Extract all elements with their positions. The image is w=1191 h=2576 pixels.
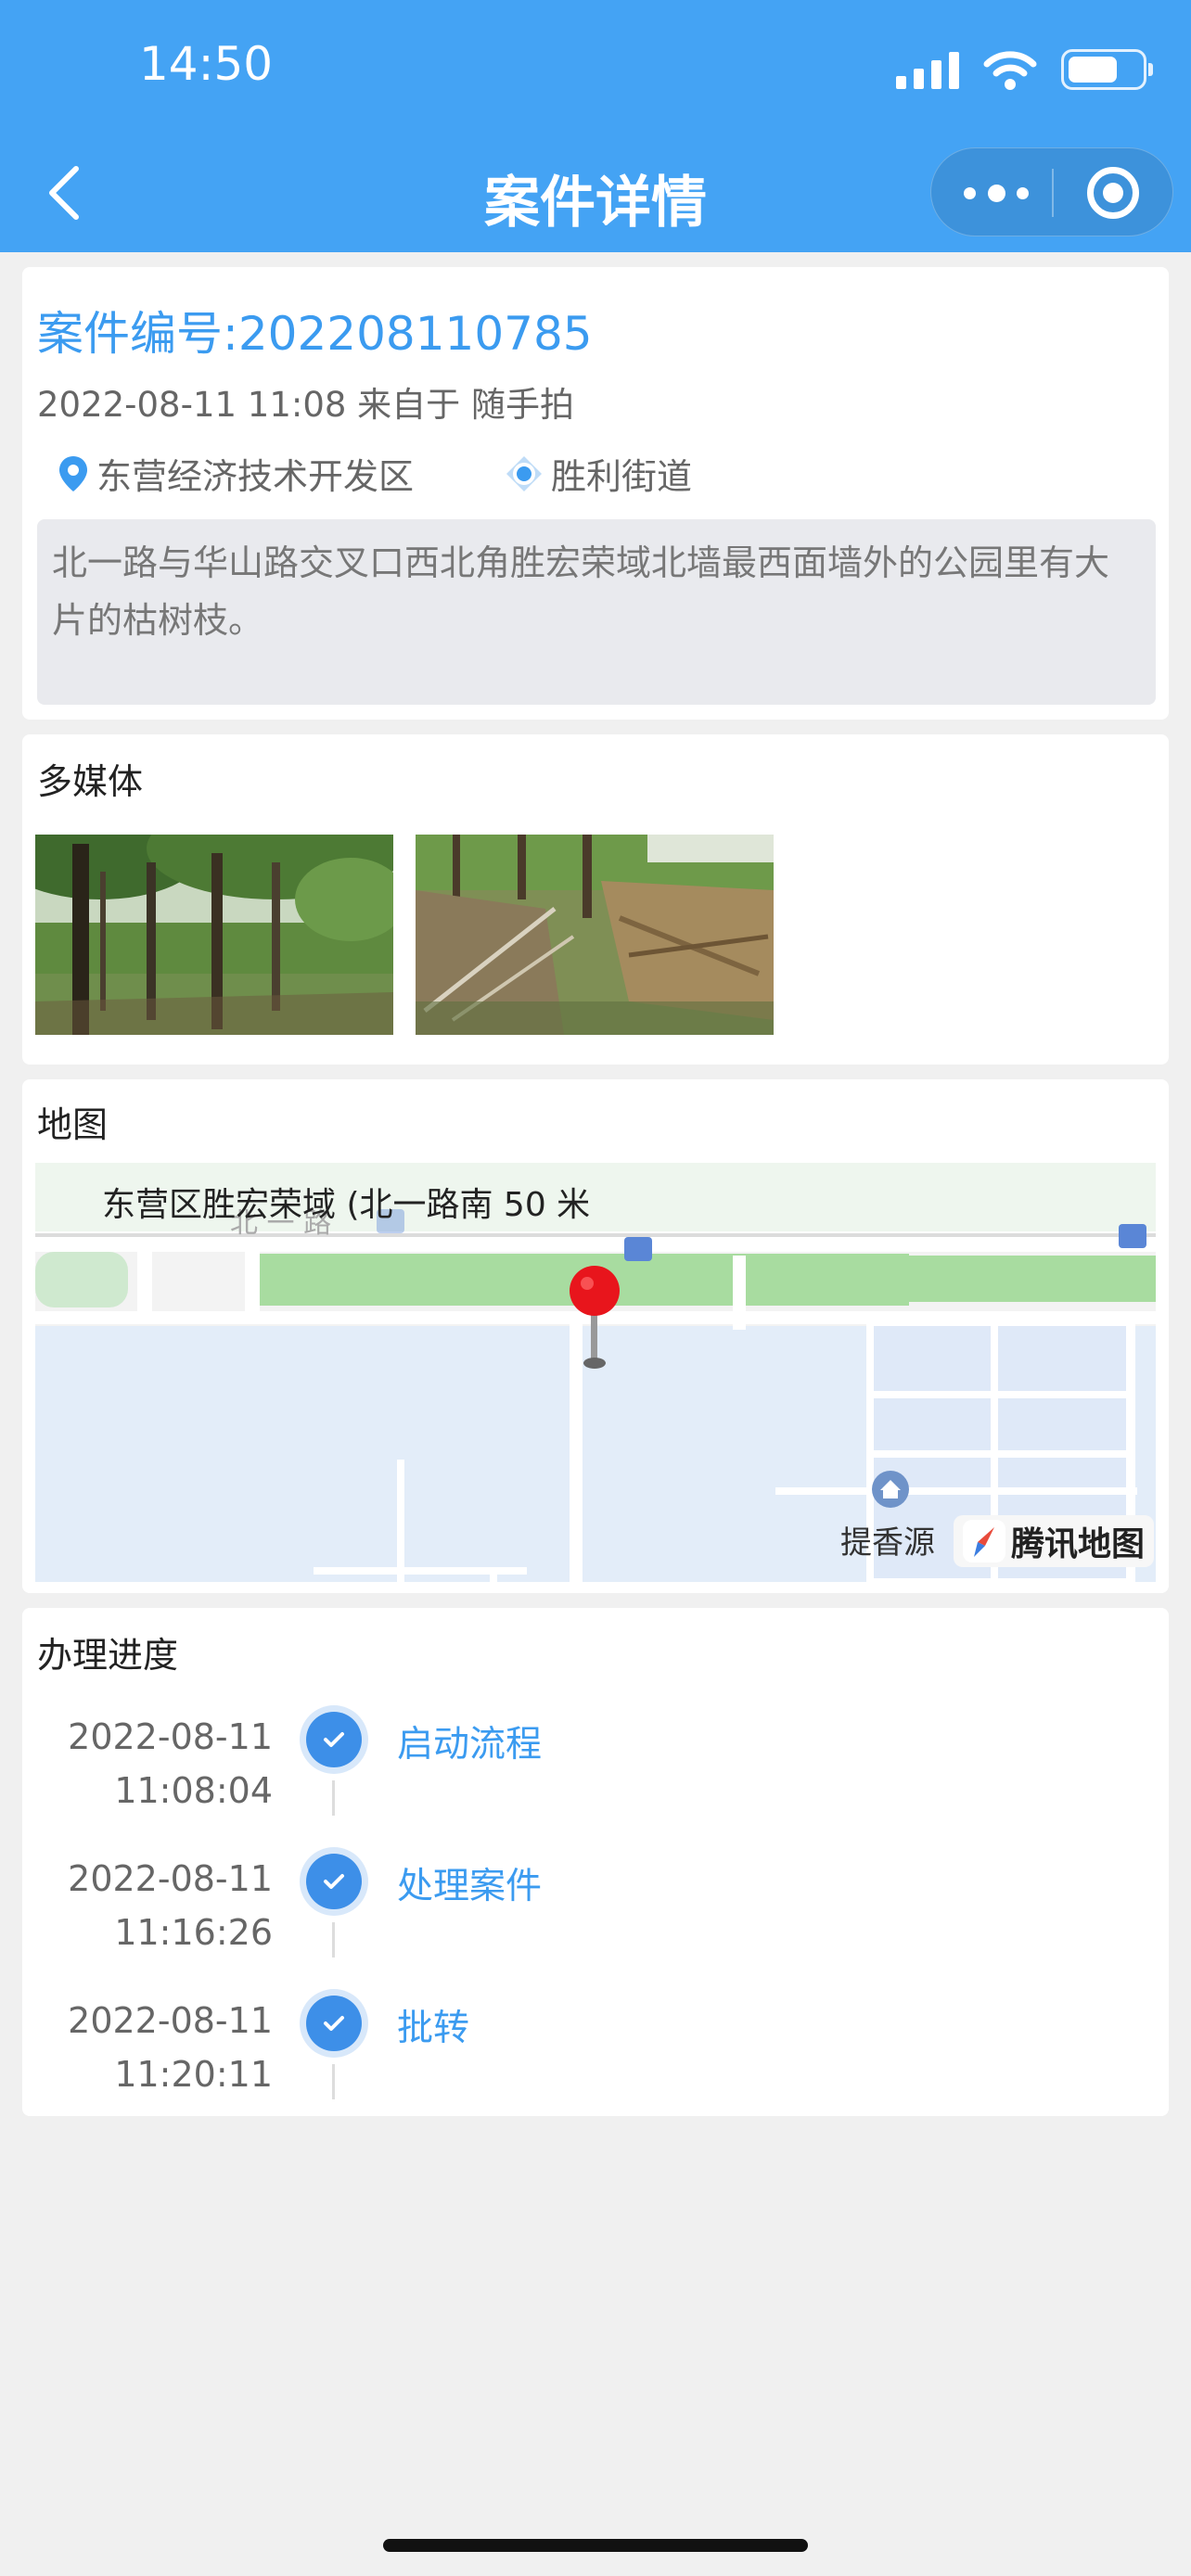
case-photo-2[interactable] bbox=[416, 835, 774, 1035]
step-done-check-icon bbox=[306, 1712, 362, 1767]
case-description: 北一路与华山路交叉口西北角胜宏荣域北墙最西面墙外的公园里有大片的枯树枝。 bbox=[37, 519, 1156, 705]
map-provider-logo: 腾讯地图 bbox=[954, 1515, 1155, 1567]
step-done-check-icon bbox=[306, 1996, 362, 2051]
street-location: 胜利街道 bbox=[505, 448, 692, 499]
map-address-label: 东营区胜宏荣域 (北一路南 50 米 bbox=[102, 1186, 591, 1224]
battery-icon bbox=[1061, 49, 1153, 90]
step-done-check-icon bbox=[306, 1854, 362, 1909]
case-info-card: 案件编号:202208110785 2022-08-11 11:08 来自于 随… bbox=[22, 267, 1169, 720]
poi-label: 提香源 bbox=[840, 1524, 935, 1562]
more-menu-button[interactable] bbox=[964, 176, 1029, 210]
timeline-date: 2022-08-11 11:08:04 bbox=[68, 1716, 273, 1811]
timeline-date: 2022-08-11 11:20:11 bbox=[68, 2000, 273, 2095]
progress-title: 办理进度 bbox=[37, 1635, 179, 1676]
map-card: 地图 北 一 路 东营区胜宏荣域 (北一路南 50 米 提香源 腾讯地图 bbox=[22, 1079, 1169, 1593]
map-view[interactable]: 北 一 路 东营区胜宏荣域 (北一路南 50 米 提香源 腾讯地图 bbox=[35, 1163, 1156, 1582]
status-icons bbox=[896, 46, 1153, 93]
timeline-date: 2022-08-11 11:16:26 bbox=[68, 1858, 273, 1953]
progress-card: 办理进度 2022-08-11 11:08:04 启动流程 2022-08-11… bbox=[22, 1608, 1169, 2116]
case-number: 案件编号:202208110785 bbox=[37, 307, 593, 361]
timeline-step-label: 处理案件 bbox=[397, 1866, 543, 1907]
signal-icon bbox=[896, 50, 959, 89]
timeline-step-label: 批转 bbox=[397, 2008, 470, 2049]
media-title: 多媒体 bbox=[37, 761, 144, 802]
map-marker-icon bbox=[570, 1266, 620, 1369]
home-indicator[interactable] bbox=[383, 2539, 808, 2552]
map-provider-label: 腾讯地图 bbox=[1011, 1525, 1146, 1563]
district-location: 东营经济技术开发区 bbox=[58, 448, 414, 499]
header-bar: 14:50 案件详情 bbox=[0, 0, 1191, 252]
district-label: 东营经济技术开发区 bbox=[96, 456, 415, 497]
case-photo-1[interactable] bbox=[35, 835, 393, 1035]
map-title: 地图 bbox=[37, 1104, 109, 1145]
poi-home-icon bbox=[872, 1471, 909, 1508]
miniprogram-capsule bbox=[930, 147, 1173, 236]
target-location-icon bbox=[506, 455, 542, 491]
case-meta: 2022-08-11 11:08 来自于 随手拍 bbox=[37, 385, 574, 425]
timeline-step-label: 启动流程 bbox=[397, 1724, 543, 1766]
status-time: 14:50 bbox=[139, 37, 274, 91]
location-pin-icon bbox=[59, 455, 87, 491]
wifi-icon bbox=[983, 51, 1037, 90]
tencent-map-logo-icon bbox=[963, 1520, 1005, 1562]
close-miniprogram-button[interactable] bbox=[1087, 167, 1139, 219]
media-card: 多媒体 bbox=[22, 734, 1169, 1065]
street-label: 胜利街道 bbox=[551, 456, 693, 497]
